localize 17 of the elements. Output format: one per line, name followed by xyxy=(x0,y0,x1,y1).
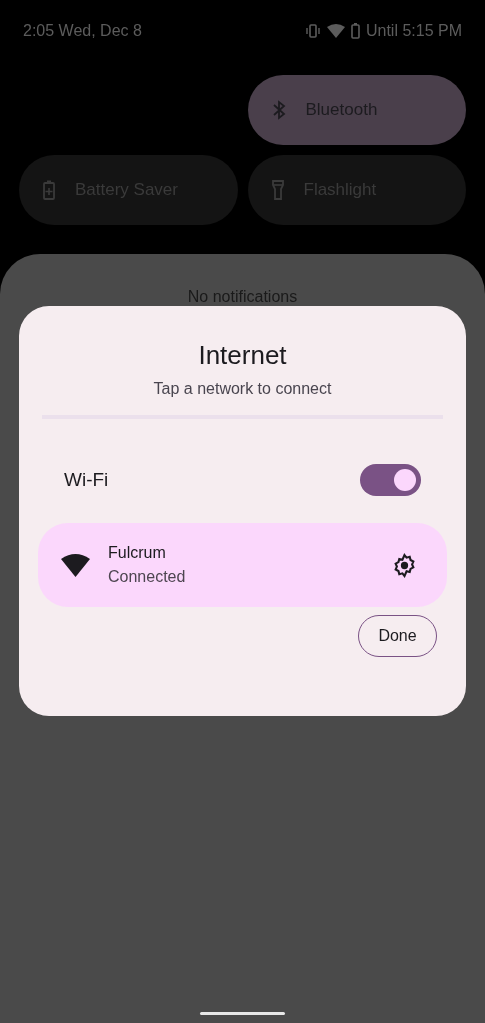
wifi-toggle[interactable] xyxy=(360,464,421,496)
dialog-title: Internet xyxy=(198,339,287,371)
status-time-date: 2:05 Wed, Dec 8 xyxy=(23,20,142,41)
wifi-icon xyxy=(326,23,345,38)
battery-icon xyxy=(350,22,360,39)
network-status: Connected xyxy=(108,567,187,587)
flashlight-icon xyxy=(271,180,284,200)
wifi-signal-icon xyxy=(61,553,90,577)
network-name: Fulcrum xyxy=(108,543,167,563)
battery-plus-icon xyxy=(43,180,55,200)
dialog-subtitle: Tap a network to connect xyxy=(153,379,332,399)
battery-estimate: Until 5:15 PM xyxy=(365,20,462,41)
vibrate-icon xyxy=(304,23,321,38)
settings-icon[interactable] xyxy=(392,552,417,578)
network-item[interactable]: Fulcrum Connected xyxy=(38,523,447,607)
wifi-label: Wi-Fi xyxy=(64,467,109,492)
bluetooth-icon xyxy=(271,100,286,120)
